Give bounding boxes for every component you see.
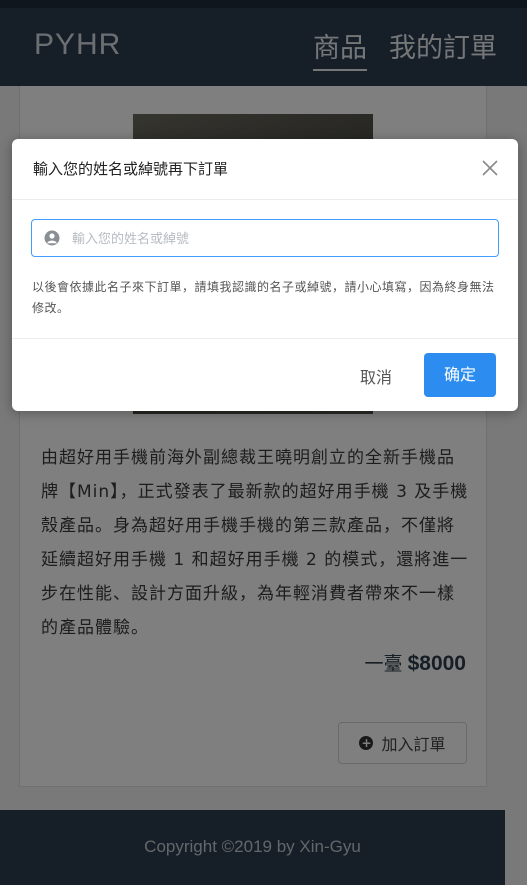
dialog-footer-divider: [12, 338, 518, 339]
modal-overlay[interactable]: [0, 0, 527, 885]
dialog-header-divider: [12, 199, 518, 200]
name-field: [31, 219, 499, 258]
cancel-button[interactable]: 取消: [346, 363, 406, 393]
dialog-title: 輸入您的姓名或綽號再下訂單: [33, 160, 229, 178]
name-input[interactable]: [70, 220, 494, 258]
close-icon[interactable]: [480, 158, 500, 178]
user-icon: [44, 230, 60, 246]
name-dialog: 輸入您的姓名或綽號再下訂單 以後會依據此名子來下訂單，請填我認識的名子或綽號，請…: [12, 139, 518, 411]
confirm-button[interactable]: 确定: [424, 353, 496, 397]
dialog-hint: 以後會依據此名子來下訂單，請填我認識的名子或綽號，請小心填寫，因為終身無法修改。: [32, 280, 495, 315]
